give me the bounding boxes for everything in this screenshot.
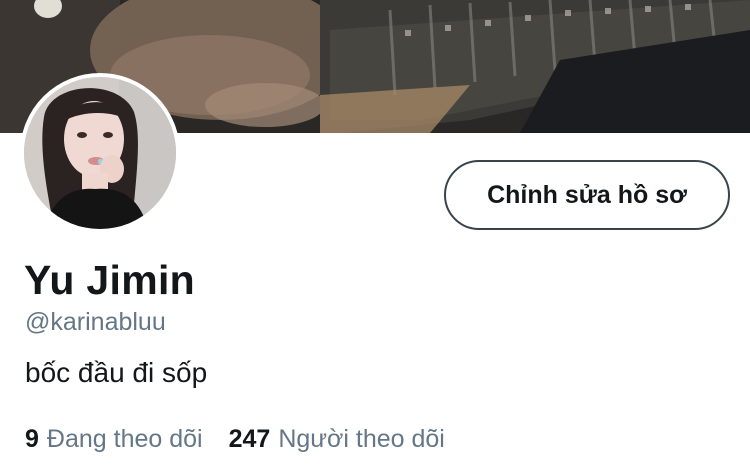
profile-bio: bốc đầu đi sốp [25,357,208,388]
following-label: Đang theo dõi [46,425,203,453]
profile-handle: @karinabluu [25,308,166,336]
profile-display-name: Yu Jimin [24,257,196,303]
followers-stat-link[interactable]: 247 Người theo dõi [229,425,445,454]
edit-profile-button[interactable]: Chỉnh sửa hồ sơ [444,160,730,230]
followers-label: Người theo dõi [278,425,445,453]
profile-page: Chỉnh sửa hồ sơ Yu Jimin @karinabluu bốc… [0,0,750,471]
profile-stats: 9 Đang theo dõi 247 Người theo dõi [25,425,445,454]
following-count: 9 [25,425,39,453]
following-stat-link[interactable]: 9 Đang theo dõi [25,425,203,454]
profile-avatar[interactable] [20,73,180,233]
followers-count: 247 [228,425,271,453]
